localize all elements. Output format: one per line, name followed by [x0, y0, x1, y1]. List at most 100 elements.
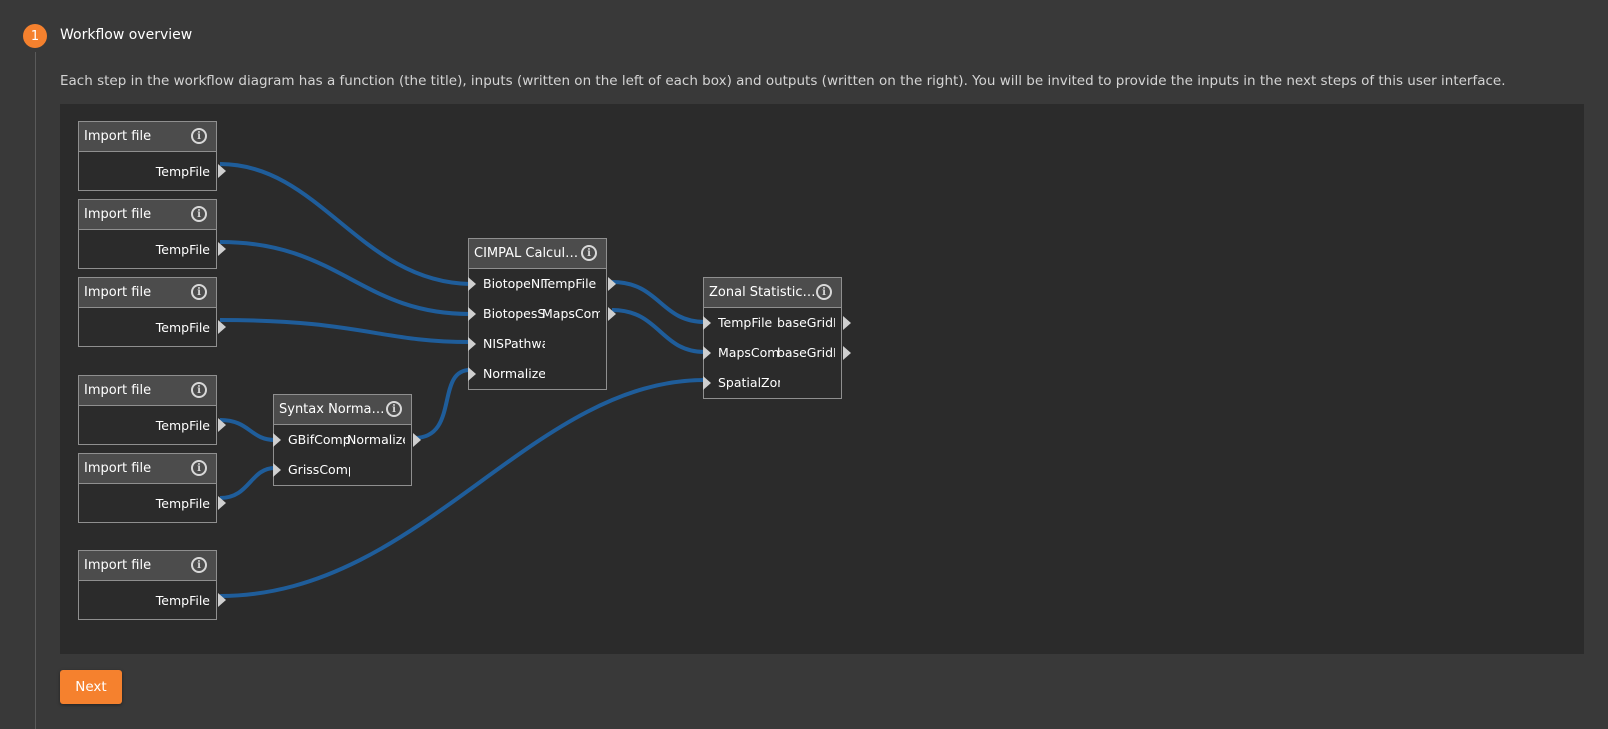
output-port[interactable] [218, 418, 226, 432]
info-icon[interactable]: i [816, 284, 832, 300]
node-title: Import file [84, 285, 152, 300]
import-file-node[interactable]: Import file i TempFile [78, 375, 226, 445]
connection-import4-syntax [219, 418, 276, 442]
input-port[interactable] [468, 307, 476, 321]
info-icon[interactable]: i [191, 557, 207, 573]
node-header: Zonal Statistics... i [704, 278, 841, 308]
node-output-row: TempFile [79, 406, 226, 444]
step-number-badge: 1 [23, 24, 47, 48]
connection-import5-syntax [219, 466, 276, 500]
zonal-statistics-node[interactable]: Zonal Statistics... i TempFile baseGridL… [703, 277, 851, 399]
output-port[interactable] [413, 433, 421, 447]
workflow-description: Each step in the workflow diagram has a … [60, 73, 1506, 89]
output-port[interactable] [608, 307, 616, 321]
step-title: Workflow overview [60, 27, 193, 43]
node-io-row: MapsComp baseGridLA [703, 338, 851, 368]
node-title: Syntax Normali... [279, 402, 387, 417]
connection-syntax-cimpal [413, 368, 471, 440]
info-icon[interactable]: i [191, 128, 207, 144]
input-label: BiotopesSI [483, 306, 545, 321]
output-label: baseGridLA [777, 345, 835, 360]
node-output-row: TempFile [79, 581, 226, 619]
input-label: GrissComp [288, 462, 350, 477]
input-label: MapsComp [718, 345, 780, 360]
node-title: CIMPAL Calcula... [474, 246, 582, 261]
input-label: NISPathway [483, 336, 545, 351]
output-label: TempFile [155, 164, 210, 179]
connection-import1-cimpal [219, 162, 471, 286]
output-port[interactable] [218, 320, 226, 334]
connection-cimpal-zonal-1 [611, 280, 706, 324]
info-icon[interactable]: i [191, 382, 207, 398]
input-port[interactable] [273, 463, 281, 477]
input-port[interactable] [273, 433, 281, 447]
import-file-node[interactable]: Import file i TempFile [78, 277, 226, 347]
cimpal-calculation-node[interactable]: CIMPAL Calcula... i BiotopeNIS TempFile … [468, 238, 616, 390]
output-label: baseGridLA [777, 315, 835, 330]
input-port[interactable] [468, 367, 476, 381]
output-label: MapsComp [542, 306, 600, 321]
info-icon[interactable]: i [191, 460, 207, 476]
import-file-node[interactable]: Import file i TempFile [78, 550, 226, 620]
node-header: Import file i [79, 376, 216, 406]
node-io-row: GrissComp [273, 455, 411, 485]
output-port[interactable] [608, 277, 616, 291]
node-header: Import file i [79, 551, 216, 581]
output-label: Normalized [347, 432, 405, 447]
node-title: Import file [84, 558, 152, 573]
info-icon[interactable]: i [191, 284, 207, 300]
node-title: Zonal Statistics... [709, 285, 817, 300]
node-io-row: GBifComp Normalized [273, 425, 421, 455]
node-header: Import file i [79, 122, 216, 152]
output-label: TempFile [155, 496, 210, 511]
step-timeline [35, 52, 36, 729]
output-port[interactable] [218, 164, 226, 178]
output-port[interactable] [843, 316, 851, 330]
import-file-node[interactable]: Import file i TempFile [78, 453, 226, 523]
node-output-row: TempFile [79, 484, 226, 522]
node-header: Import file i [79, 200, 216, 230]
node-header: Import file i [79, 454, 216, 484]
input-label: TempFile [718, 315, 773, 330]
input-label: Normalized [483, 366, 545, 381]
connection-import3-cimpal [219, 318, 471, 344]
node-title: Import file [84, 129, 152, 144]
import-file-node[interactable]: Import file i TempFile [78, 121, 226, 191]
info-icon[interactable]: i [581, 245, 597, 261]
output-label: TempFile [542, 276, 597, 291]
output-port[interactable] [843, 346, 851, 360]
node-io-row: SpatialZon [703, 368, 841, 398]
import-file-node[interactable]: Import file i TempFile [78, 199, 226, 269]
input-port[interactable] [468, 337, 476, 351]
output-port[interactable] [218, 593, 226, 607]
node-title: Import file [84, 207, 152, 222]
output-label: TempFile [155, 242, 210, 257]
node-io-row: BiotopeNIS TempFile [468, 269, 616, 299]
info-icon[interactable]: i [386, 401, 402, 417]
output-port[interactable] [218, 496, 226, 510]
node-io-row: NISPathway [468, 329, 606, 359]
syntax-normalization-node[interactable]: Syntax Normali... i GBifComp Normalized … [273, 394, 421, 486]
input-label: SpatialZon [718, 375, 780, 390]
input-port[interactable] [703, 346, 711, 360]
node-header: Syntax Normali... i [274, 395, 411, 425]
node-io-row: BiotopesSI MapsComp [468, 299, 616, 329]
node-title: Import file [84, 383, 152, 398]
output-port[interactable] [218, 242, 226, 256]
workflow-diagram[interactable]: Import file i TempFile Import file i Tem… [60, 104, 1584, 654]
output-label: TempFile [155, 418, 210, 433]
input-port[interactable] [703, 376, 711, 390]
input-port[interactable] [703, 316, 711, 330]
node-output-row: TempFile [79, 308, 226, 346]
input-port[interactable] [468, 277, 476, 291]
input-label: GBifComp [288, 432, 350, 447]
output-label: TempFile [155, 320, 210, 335]
input-label: BiotopeNIS [483, 276, 545, 291]
info-icon[interactable]: i [191, 206, 207, 222]
node-title: Import file [84, 461, 152, 476]
node-header: Import file i [79, 278, 216, 308]
next-button[interactable]: Next [60, 670, 122, 704]
output-label: TempFile [155, 593, 210, 608]
node-output-row: TempFile [79, 230, 226, 268]
connection-cimpal-zonal-2 [611, 308, 706, 354]
